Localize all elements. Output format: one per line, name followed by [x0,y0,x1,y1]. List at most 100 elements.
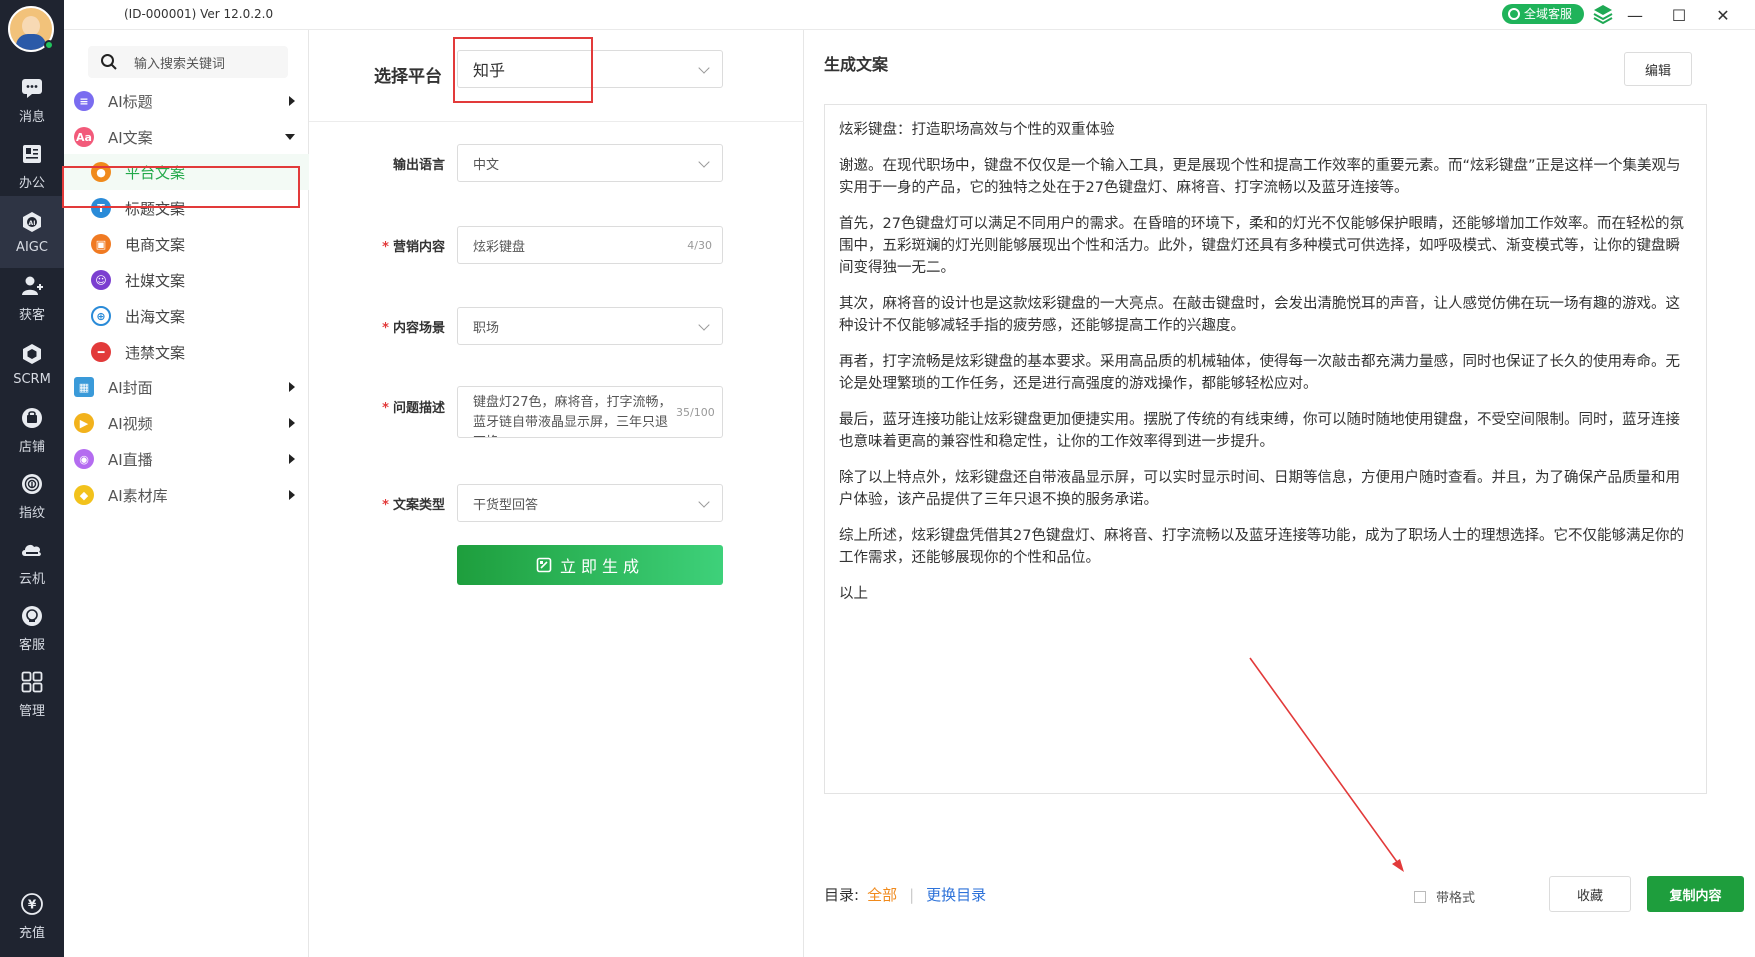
service-badge[interactable]: 全域客服 [1502,4,1585,24]
rail-item-recharge[interactable]: ¥ 充值 [0,880,64,952]
text-t-icon: T [91,198,111,218]
language-value: 中文 [473,157,500,173]
font-icon: Aa [74,127,94,147]
platform-select[interactable]: 知乎 [457,50,723,88]
yen-icon: ¥ [19,892,45,916]
generate-button[interactable]: 立即生成 [457,545,723,585]
generated-document[interactable]: 炫彩键盘：打造职场高效与个性的双重体验 谢邀。在现代职场中，键盘不仅仅是一个输入… [824,104,1707,794]
scrm-icon [19,342,45,366]
menu-item-ai-cover[interactable]: ▦ AI封面 [64,369,309,405]
rail-item-service[interactable]: 客服 [0,592,64,664]
rail-item-fingerprint[interactable]: 指纹 [0,460,64,532]
rail-item-label: 充值 [18,925,45,941]
rail-item-label: 消息 [18,109,45,125]
chevron-right-icon [289,96,295,106]
menu-item-ai-live[interactable]: ◉ AI直播 [64,441,309,477]
rail-item-label: 管理 [18,703,45,719]
library-icon: ◆ [74,485,94,505]
aigc-menu: 输入搜索关键词 ≡ AI标题 Aa AI文案 ● 平台文案 T 标题文案 ▣ 电… [64,30,309,957]
rail-item-label: SCRM [13,371,51,387]
format-label: 带格式 [1436,891,1476,906]
menu-item-social-copy[interactable]: ☺ 社媒文案 [64,262,309,298]
platform-value: 知乎 [473,61,506,80]
menu-item-ecommerce-copy[interactable]: ▣ 电商文案 [64,226,309,262]
doc-paragraph: 以上 [839,586,868,602]
scene-select[interactable]: 职场 [457,307,723,345]
menu-item-ai-library[interactable]: ◆ AI素材库 [64,477,309,513]
menu-item-label: 电商文案 [125,235,186,254]
minimize-button[interactable]: — [1624,4,1646,26]
char-counter: 4/30 [687,239,712,252]
copy-button[interactable]: 复制内容 [1647,876,1744,912]
description-value: 键盘灯27色，麻将音，打字流畅，蓝牙链自带液晶显示屏，三年只退不换 [473,395,672,437]
service-icon [1508,8,1520,20]
menu-item-ai-copy[interactable]: Aa AI文案 [64,119,309,155]
rail-item-label: 指纹 [18,505,45,521]
rail-item-label: 客服 [18,637,45,653]
layers-icon[interactable] [1592,3,1614,25]
doc-paragraph: 首先，27色键盘灯可以满足不同用户的需求。在昏暗的环境下，柔和的灯光不仅能够保护… [839,216,1684,276]
rail-item-label: 办公 [18,175,45,191]
description-label: * 问题描述 [382,401,445,416]
menu-item-label: AI文案 [108,128,153,147]
service-icon [19,604,45,628]
menu-item-ai-video[interactable]: ▶ AI视频 [64,405,309,441]
doc-paragraph: 再者，打字流畅是炫彩键盘的基本要求。采用高品质的机械轴体，使得每一次敲击都充满力… [839,354,1680,392]
marketing-label: * 营销内容 [382,240,445,255]
menu-item-label: 违禁文案 [125,343,186,362]
menu-item-banned-copy[interactable]: ━ 违禁文案 [64,334,309,370]
type-select[interactable]: 干货型回答 [457,484,723,522]
menu-item-overseas-copy[interactable]: ⊕ 出海文案 [64,298,309,334]
rail-item-message[interactable]: 消息 [0,64,64,136]
menu-item-label: AI标题 [108,92,153,111]
search-placeholder: 输入搜索关键词 [134,56,226,72]
menu-item-label: AI封面 [108,378,153,397]
rail-item-acquire[interactable]: 获客 [0,262,64,334]
edit-button[interactable]: 编辑 [1624,52,1692,86]
menu-item-label: 出海文案 [125,307,186,326]
rail-item-manage[interactable]: 管理 [0,658,64,730]
left-rail: 消息 办公 AI AIGC 获客 SCRM 店铺 指纹 云机 客服 管理 ¥ 充… [0,0,64,957]
image-icon: ▦ [74,377,94,397]
close-button[interactable]: ✕ [1712,4,1734,26]
bulb-icon: ● [91,162,111,182]
chevron-right-icon [289,382,295,392]
menu-item-label: AI素材库 [108,486,168,505]
favorite-button[interactable]: 收藏 [1549,876,1631,912]
maximize-button[interactable]: ☐ [1668,4,1690,26]
rail-item-label: AIGC [16,239,48,255]
shop-icon: ▣ [91,234,111,254]
menu-item-ai-title[interactable]: ≡ AI标题 [64,83,309,119]
toc-swap-link[interactable]: 更换目录 [926,884,986,905]
store-icon [19,406,45,430]
rail-item-office[interactable]: 办公 [0,130,64,202]
toc-bar: 目录: 全部 | 更换目录 [824,884,986,905]
menu-item-title-copy[interactable]: T 标题文案 [64,190,309,226]
scene-label: * 内容场景 [382,321,445,336]
service-badge-label: 全域客服 [1524,7,1573,21]
toc-label: 目录: [824,886,860,904]
menu-item-platform-copy[interactable]: ● 平台文案 [64,154,309,190]
language-select[interactable]: 中文 [457,144,723,182]
marketing-value: 炫彩键盘 [473,239,526,255]
doc-paragraph: 综上所述，炫彩键盘凭借其27色键盘灯、麻将音、打字流畅以及蓝牙连接等功能，成为了… [839,528,1684,566]
format-checkbox[interactable]: 带格式 [1414,887,1475,906]
rail-item-aigc[interactable]: AI AIGC [0,196,64,268]
search-input[interactable]: 输入搜索关键词 [88,46,288,78]
search-icon [101,54,117,70]
rail-item-cloud-phone[interactable]: 云机 [0,526,64,598]
toc-all-link[interactable]: 全部 [867,884,897,905]
scene-value: 职场 [473,320,500,336]
chevron-right-icon [289,418,295,428]
platform-row: 选择平台 知乎 [309,30,804,122]
chevron-down-icon [698,496,710,508]
marketing-input[interactable]: 炫彩键盘 4/30 [457,226,723,264]
title-icon: ≡ [74,91,94,111]
checkbox[interactable] [1414,890,1426,903]
rail-item-scrm[interactable]: SCRM [0,328,64,400]
svg-text:¥: ¥ [28,897,37,911]
menu-item-label: 平台文案 [125,163,186,182]
copy-form: 选择平台 知乎 输出语言 中文 * 营销内容 炫彩键盘 4/30 * 内容场景 职场… [309,30,804,957]
chevron-right-icon [289,490,295,500]
rail-item-store[interactable]: 店铺 [0,394,64,466]
